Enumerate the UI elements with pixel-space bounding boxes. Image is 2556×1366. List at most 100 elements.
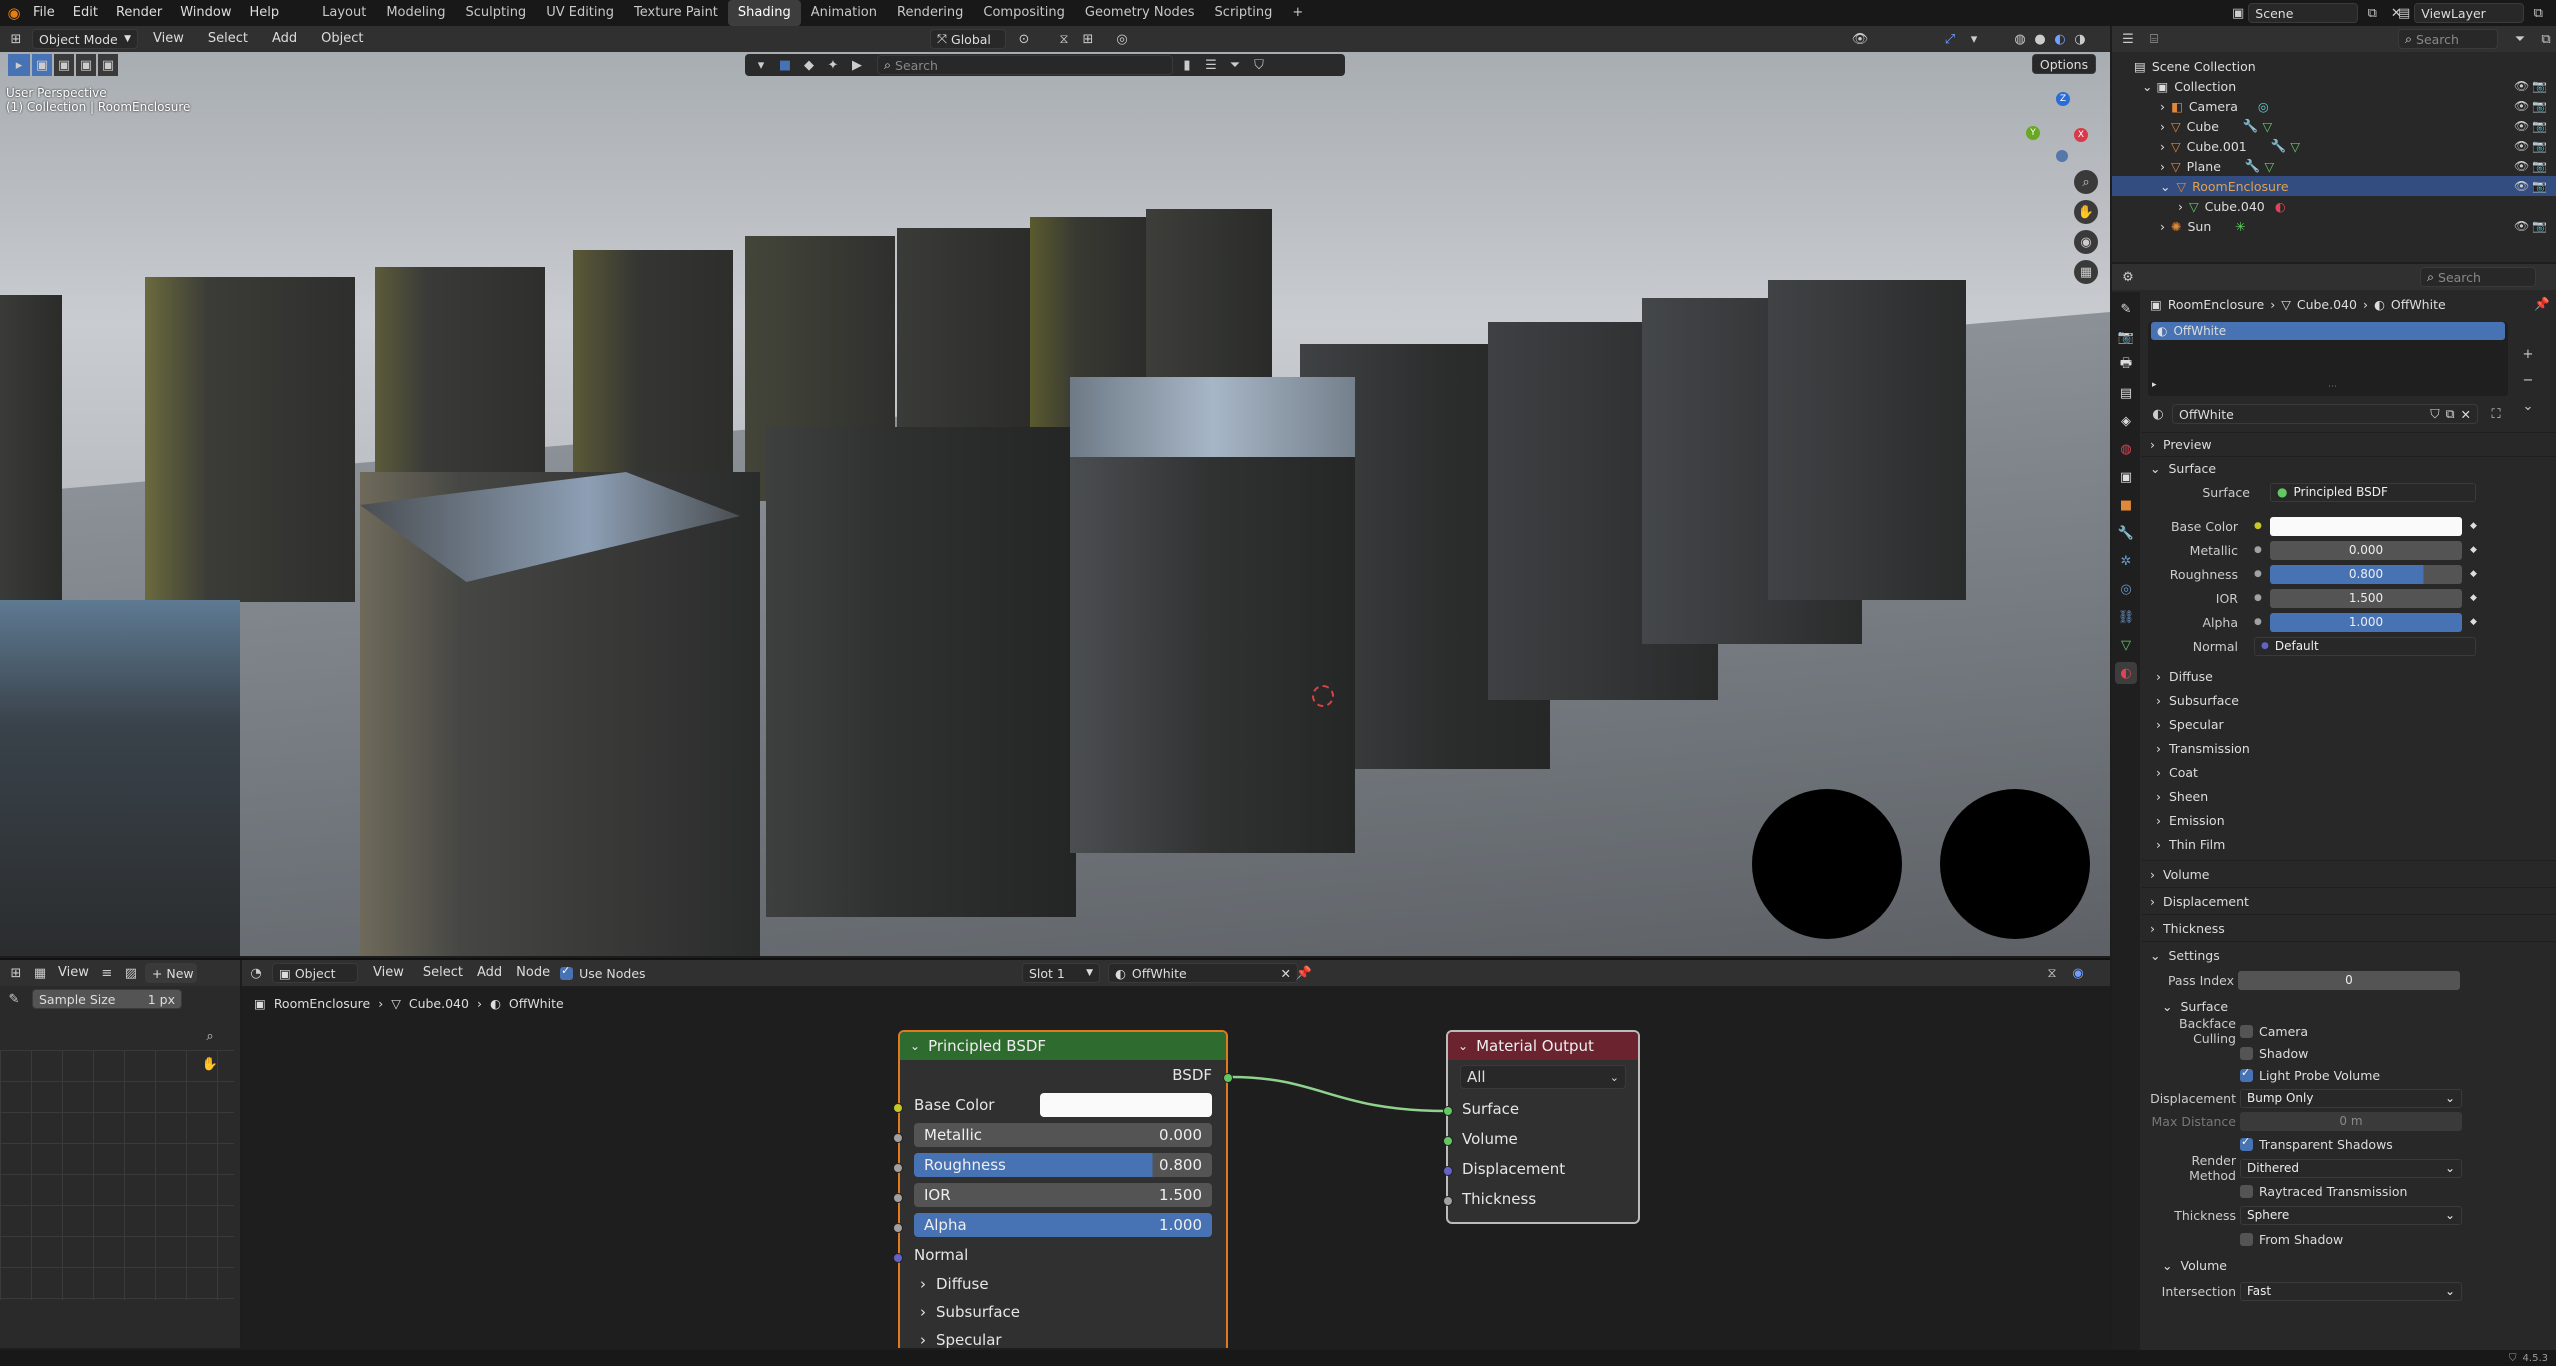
editor-type-icon[interactable]: ☰ xyxy=(2118,29,2138,49)
bsdf-node-header[interactable]: ⌄ Principled BSDF xyxy=(900,1032,1226,1060)
chevron-right-icon[interactable]: › xyxy=(2160,139,2165,154)
subpanel-diffuse[interactable]: › Diffuse xyxy=(2142,664,2556,688)
node-menu-node[interactable]: Node xyxy=(512,960,554,986)
sample-size-field[interactable]: Sample Size 1 px xyxy=(32,989,182,1009)
funnel-icon[interactable]: ⏷ xyxy=(1225,55,1245,75)
view-layer-tab-icon[interactable]: ▤ xyxy=(2115,382,2137,404)
eye-icon[interactable]: 👁 xyxy=(2514,99,2529,113)
select-invert-icon[interactable]: ▣ xyxy=(98,54,118,76)
settings-volume-subpanel[interactable]: ⌄ Volume xyxy=(2142,1250,2556,1280)
material-output-node[interactable]: ⌄ Material Output All ⌄ Surface Volume Dis… xyxy=(1446,1030,1640,1224)
modifier-icon[interactable]: 🔧 xyxy=(2271,138,2287,154)
tab-sculpting[interactable]: Sculpting xyxy=(455,0,536,26)
x-axis-icon[interactable]: X xyxy=(2074,128,2088,142)
add-slot-icon[interactable]: + xyxy=(2518,344,2538,364)
snap-icon[interactable]: ⧖ xyxy=(2042,963,2062,983)
modifier-tab-icon[interactable]: 🔧 xyxy=(2115,522,2137,544)
display-mode-icon[interactable]: ⌸ xyxy=(2144,29,2164,49)
mesh-filter-icon[interactable]: ◆ xyxy=(799,55,819,75)
camera-render-icon[interactable]: 📷 xyxy=(2532,79,2547,93)
viewport-menu-add[interactable]: Add xyxy=(263,26,306,52)
outliner-item-sun[interactable]: › ✺ Sun ✳ 👁 📷 xyxy=(2112,216,2556,236)
pin-icon[interactable]: 📌 xyxy=(1294,963,1314,983)
pivot-icon[interactable]: ⊙ xyxy=(1014,29,1034,49)
viewport-search[interactable]: ⌕ Search xyxy=(877,55,1173,75)
menu-window[interactable]: Window xyxy=(171,0,240,26)
mode-selector[interactable]: Object Mode ▼ xyxy=(32,29,138,49)
constraints-tab-icon[interactable]: ⛓ xyxy=(2115,606,2137,628)
menu-icon[interactable]: ≡ xyxy=(97,963,117,983)
outliner-item-camera[interactable]: › ◧ Camera ◎ 👁 📷 xyxy=(2112,96,2556,116)
raytraced-transmission-checkbox[interactable] xyxy=(2240,1184,2253,1198)
viewport-menu-view[interactable]: View xyxy=(144,26,193,52)
camera-render-icon[interactable]: 📷 xyxy=(2532,139,2547,153)
close-icon[interactable]: ✕ xyxy=(1281,966,1291,981)
chevron-right-icon[interactable]: › xyxy=(2160,99,2165,114)
mesh-data-icon[interactable]: ▽ xyxy=(2265,159,2275,174)
menu-render[interactable]: Render xyxy=(107,0,171,26)
use-nodes-checkbox[interactable] xyxy=(560,964,574,980)
blender-logo-icon[interactable]: ◉ xyxy=(4,3,24,23)
scene-tab-icon[interactable]: ◈ xyxy=(2115,410,2137,432)
tab-uv-editing[interactable]: UV Editing xyxy=(536,0,624,26)
select-subtract-icon[interactable]: ▣ xyxy=(76,54,96,76)
eye-icon[interactable]: 👁 xyxy=(2514,119,2529,133)
modifier-icon[interactable]: 🔧 xyxy=(2243,118,2259,134)
material-slot-list[interactable]: ◐ OffWhite ▸ ⋯ xyxy=(2148,322,2508,396)
zoom-icon[interactable]: ⌕ xyxy=(200,1026,220,1046)
properties-search[interactable]: ⌕ Search xyxy=(2420,267,2536,287)
editor-type-icon[interactable]: ⊞ xyxy=(6,963,26,983)
scene-collection-row[interactable]: ▤ Scene Collection xyxy=(2112,56,2556,76)
max-distance-field[interactable]: 0 m xyxy=(2240,1111,2462,1131)
surface-socket[interactable] xyxy=(1443,1106,1453,1116)
overlay-icon[interactable]: ◉ xyxy=(2068,963,2088,983)
roughness-prop-field[interactable]: 0.800 xyxy=(2270,564,2462,584)
transform-orientation-selector[interactable]: ⤧ Global xyxy=(930,29,1006,49)
metallic-prop-field[interactable]: 0.000 xyxy=(2270,540,2462,560)
outliner-item-roomenclosure[interactable]: ⌄ ▽ RoomEnclosure 👁 📷 xyxy=(2112,176,2556,196)
particles-tab-icon[interactable]: ✲ xyxy=(2115,550,2137,572)
y-axis-icon[interactable]: Y xyxy=(2026,126,2040,140)
eye-icon[interactable]: 👁 xyxy=(2514,79,2529,93)
new-view-layer-icon[interactable]: ⧉ xyxy=(2528,3,2548,23)
physics-tab-icon[interactable]: ◎ xyxy=(2115,578,2137,600)
remove-slot-icon[interactable]: − xyxy=(2518,370,2538,390)
menu-edit[interactable]: Edit xyxy=(64,0,107,26)
scene-selector[interactable]: Scene xyxy=(2248,3,2359,23)
volume-socket[interactable] xyxy=(1443,1136,1453,1146)
outliner-item-cube[interactable]: › ▽ Cube 🔧 ▽ 👁 📷 xyxy=(2112,116,2556,136)
slot-menu-icon[interactable]: ⌄ xyxy=(2518,396,2538,416)
editor-type-icon[interactable]: ◔ xyxy=(246,963,266,983)
subpanel-thin-film[interactable]: › Thin Film xyxy=(2142,832,2556,856)
menu-file[interactable]: File xyxy=(24,0,64,26)
light-filter-icon[interactable]: ✦ xyxy=(823,55,843,75)
ior-socket[interactable] xyxy=(893,1193,903,1203)
tab-shading[interactable]: Shading xyxy=(727,0,801,26)
camera-filter-icon[interactable]: ▶ xyxy=(847,55,867,75)
tab-compositing[interactable]: Compositing xyxy=(973,0,1075,26)
pin-icon[interactable]: 📌 xyxy=(2534,296,2550,312)
transparent-shadows-checkbox[interactable] xyxy=(2240,1135,2253,1151)
camera-render-icon[interactable]: 📷 xyxy=(2532,159,2547,173)
material-icon[interactable]: ◐ xyxy=(2275,199,2286,214)
chevron-right-icon[interactable]: › xyxy=(2178,199,2183,214)
eyedropper-icon[interactable]: ✎ xyxy=(4,989,24,1009)
node-menu-view[interactable]: View xyxy=(364,960,413,986)
light-probe-volume-checkbox[interactable] xyxy=(2240,1066,2253,1082)
outliner-search[interactable]: ⌕ Search xyxy=(2398,29,2498,49)
roughness-field[interactable]: Roughness 0.800 xyxy=(914,1153,1212,1177)
grid-icon[interactable]: ▦ xyxy=(2074,260,2098,284)
snap-icon[interactable]: ⧖ xyxy=(1054,29,1074,49)
solid-shading-icon[interactable]: ● xyxy=(2030,29,2050,49)
collapse-icon[interactable]: ⌄ xyxy=(1458,1039,1468,1053)
alpha-field[interactable]: Alpha 1.000 xyxy=(914,1213,1212,1237)
camera-render-icon[interactable]: 📷 xyxy=(2532,119,2547,133)
material-name-field[interactable]: OffWhite ⛉ ⧉ ✕ xyxy=(2172,404,2478,424)
panel-settings[interactable]: ⌄ Settings xyxy=(2142,941,2556,968)
camera-data-icon[interactable]: ◎ xyxy=(2258,99,2269,114)
image-menu-view[interactable]: View xyxy=(54,960,93,986)
data-tab-icon[interactable]: ▽ xyxy=(2115,634,2137,656)
rendered-shading-icon[interactable]: ◑ xyxy=(2070,29,2090,49)
add-workspace-button[interactable]: + xyxy=(1282,0,1313,26)
panel-volume[interactable]: › Volume xyxy=(2142,860,2556,887)
